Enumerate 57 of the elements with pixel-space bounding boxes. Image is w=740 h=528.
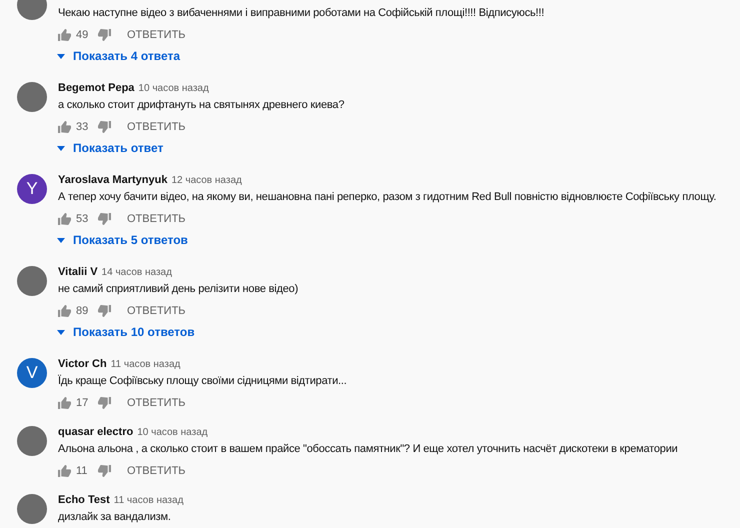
thumbs-up-icon[interactable] [58,29,71,41]
comment-author[interactable]: Victor Ch [58,356,107,372]
comment-time[interactable]: 14 часов назад [102,264,172,280]
avatar[interactable]: V [17,358,47,388]
comment-author[interactable]: Begemot Pepa [58,80,134,96]
thumbs-down-icon[interactable] [98,29,111,41]
comment-text: А тепер хочу бачити відео, на якому ви, нешановна пані реперко, разом з гидотним Red Bull повністю відновлюєте Софіївську площу. [58,190,716,205]
reply-button[interactable]: ОТВЕТИТЬ [127,26,186,44]
comment-text: а сколько стоит дрифтануть на святынях древнего киева? [58,98,344,113]
caret-icon [57,330,65,334]
comment-text: дизлайк за вандализм. [58,510,172,525]
reply-button[interactable]: ОТВЕТИТЬ [127,118,186,136]
avatar-photo-placeholder[interactable] [17,426,47,456]
thumbs-up-icon[interactable] [58,213,71,225]
caret-icon [57,238,65,242]
avatar[interactable]: Y [17,174,47,204]
like-count: 49 [76,28,90,43]
reply-button[interactable]: ОТВЕТИТЬ [127,302,186,320]
show-replies-link[interactable]: Показать 5 ответов [57,230,716,250]
thumbs-up-icon[interactable] [58,465,71,477]
thumbs-down-icon[interactable] [98,465,111,477]
comment-text: не самий сприятливий день релізити нове відео) [58,282,298,297]
thumbs-up-icon[interactable] [58,305,71,317]
reply-button[interactable]: ОТВЕТИТЬ [127,462,186,480]
reply-button[interactable]: ОТВЕТИТЬ [127,210,186,228]
like-count: 89 [76,304,90,319]
comment-time[interactable]: 11 часов назад [110,356,180,372]
avatar-photo-placeholder[interactable] [17,82,47,112]
comment-text: Їдь краще Софіївську площу своїми сідницями відтирати... [58,374,347,389]
comment-text: Чекаю наступне відео з вибаченнями і виправними роботами на Софійській площі!!!! Відписуюсь!!! [58,6,544,21]
comment-time[interactable]: 12 часов назад [171,172,242,188]
show-replies-link[interactable]: Показать 4 ответа [57,46,544,66]
like-count: 17 [76,396,90,411]
thumbs-down-icon[interactable] [98,213,111,225]
thumbs-up-icon[interactable] [58,121,71,133]
show-replies-link[interactable]: Показать 10 ответов [57,322,298,342]
avatar-photo-placeholder[interactable] [17,494,47,524]
caret-icon [57,146,65,150]
comment-author[interactable]: Echo Test [58,492,110,508]
comment-time[interactable]: 10 часов назад [137,424,208,440]
comment-author[interactable]: Vitalii V [58,264,98,280]
comment-text: Альона альона , а сколько стоит в вашем прайсе "обоссать памятник"? И еще хотел уточнить насчёт дискотеки в крематории [58,442,678,457]
avatar-photo-placeholder[interactable] [17,266,47,296]
show-replies-link[interactable]: Показать ответ [57,138,344,158]
caret-icon [57,54,65,58]
like-count: 33 [76,120,90,135]
thumbs-down-icon[interactable] [98,305,111,317]
comment-author[interactable]: quasar electro [58,424,134,440]
comment-time[interactable]: 11 часов назад [114,492,184,508]
thumbs-down-icon[interactable] [98,121,111,133]
like-count: 11 [76,464,88,479]
comment-author[interactable]: Yaroslava Martynyuk [58,172,168,188]
like-count: 53 [76,212,90,227]
thumbs-down-icon[interactable] [98,397,111,409]
thumbs-up-icon[interactable] [58,397,71,409]
reply-button[interactable]: ОТВЕТИТЬ [127,394,186,412]
comment-time[interactable]: 10 часов назад [138,80,209,96]
